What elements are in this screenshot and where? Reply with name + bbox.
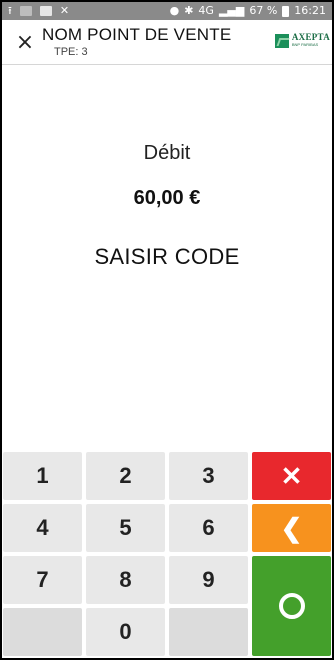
header-divider	[2, 64, 332, 65]
image-icon	[19, 6, 32, 16]
image-icon	[39, 6, 52, 16]
terminal-id: TPE: 3	[54, 46, 88, 58]
circle-icon	[278, 593, 305, 619]
pin-keypad: 1 2 3 ✕ 4 5 6 ❮ 7 8 9 0	[2, 450, 332, 658]
transaction-type: Débit	[143, 142, 191, 164]
record-icon: ●	[169, 4, 180, 17]
key-4[interactable]: 4	[3, 504, 82, 552]
transaction-amount: 60,00 €	[133, 187, 201, 209]
blank-key	[3, 608, 82, 656]
key-6[interactable]: 6	[169, 504, 248, 552]
key-2[interactable]: 2	[86, 452, 165, 500]
bluetooth-icon: ✱	[184, 4, 194, 17]
clock: 16:21	[294, 4, 326, 17]
pin-prompt: SAISIR CODE	[94, 244, 240, 269]
upload-icon: ⭱	[8, 4, 12, 17]
status-right-icons: ● ✱ 4G ▂▄▆ 67 % 16:21	[170, 4, 326, 18]
chevron-left-icon: ❮	[280, 512, 303, 543]
point-of-sale-name: NOM POINT DE VENTE	[42, 25, 232, 44]
key-1[interactable]: 1	[3, 452, 82, 500]
tpe-label: TPE:	[54, 46, 79, 58]
validate-button[interactable]	[252, 556, 331, 656]
key-0[interactable]: 0	[86, 608, 165, 656]
logo-mark-icon	[274, 34, 289, 48]
key-7[interactable]: 7	[3, 556, 82, 604]
cancel-button[interactable]: ✕	[252, 452, 331, 500]
close-icon: ✕	[59, 4, 70, 17]
tpe-value: 3	[81, 46, 88, 58]
blank-key	[169, 608, 248, 656]
network-type: 4G	[198, 4, 214, 17]
status-left-icons: ⭱ ✕	[8, 4, 69, 18]
battery-icon	[282, 5, 290, 17]
logo-subtitle: BNP PARIBAS	[291, 42, 319, 47]
phone-screen: ⭱ ✕ ● ✱ 4G ▂▄▆ 67 % 16:21 × NOM POINT DE…	[2, 2, 332, 658]
battery-percent: 67 %	[249, 4, 278, 17]
axepta-logo: AXEPTA BNP PARIBAS	[274, 32, 330, 48]
key-8[interactable]: 8	[86, 556, 165, 604]
status-bar: ⭱ ✕ ● ✱ 4G ▂▄▆ 67 % 16:21	[2, 2, 332, 20]
backspace-button[interactable]: ❮	[252, 504, 331, 552]
key-3[interactable]: 3	[169, 452, 248, 500]
logo-name: AXEPTA	[291, 32, 330, 42]
key-9[interactable]: 9	[169, 556, 248, 604]
close-button[interactable]: ×	[14, 32, 36, 54]
close-icon: ×	[15, 30, 35, 55]
key-5[interactable]: 5	[86, 504, 165, 552]
cancel-icon: ✕	[280, 460, 303, 491]
app-header: × NOM POINT DE VENTE TPE: 3 AXEPTA BNP PA…	[2, 20, 332, 64]
signal-icon: ▂▄▆	[218, 4, 245, 17]
